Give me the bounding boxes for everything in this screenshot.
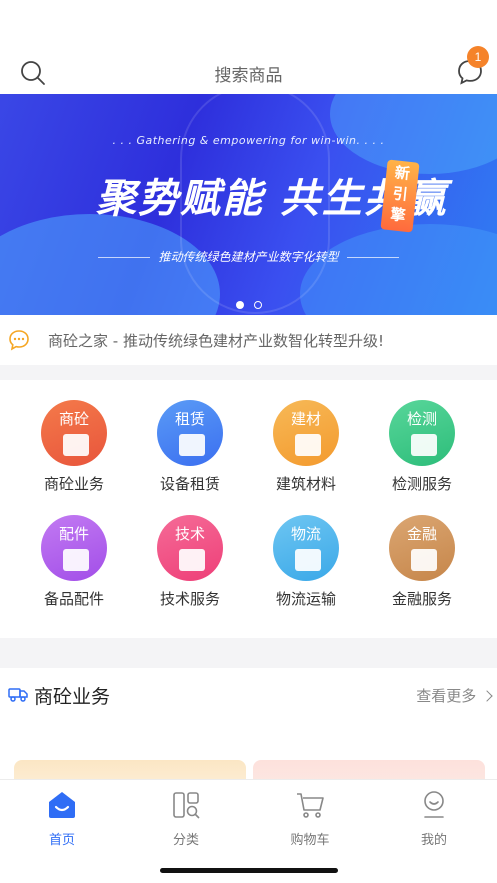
tab-cart[interactable]: 购物车: [248, 780, 372, 850]
top-bar: 搜索商品 1: [0, 0, 497, 94]
announcement-text: 商砼之家 - 推动传统绿色建材产业数智化转型升级!: [48, 332, 384, 350]
category-badge-text: 租赁: [174, 410, 205, 428]
banner-tagline-row: 推动传统绿色建材产业数字化转型: [0, 248, 497, 265]
notification-badge: 1: [467, 46, 489, 68]
category-item[interactable]: 检测 检测服务: [360, 380, 484, 493]
category-icon: [173, 792, 200, 819]
category-item[interactable]: 商砼 商砼业务: [12, 380, 136, 493]
category-label: 设备租赁: [159, 475, 220, 493]
category-icon-circle: 建材: [273, 400, 339, 466]
tab-profile[interactable]: 我的: [372, 780, 496, 850]
tab-home[interactable]: 首页: [0, 780, 124, 850]
category-label: 金融服务: [391, 590, 452, 608]
category-icon-circle: 租赁: [157, 400, 223, 466]
banner-subtitle: . . . Gathering & empowering for win-win…: [112, 134, 385, 147]
announcement-bar[interactable]: 商砼之家 - 推动传统绿色建材产业数智化转型升级!: [0, 315, 497, 365]
category-label: 建筑材料: [275, 475, 336, 493]
cart-icon: [297, 793, 324, 818]
tab-label: 分类: [172, 833, 199, 848]
category-icon-circle: 金融: [389, 515, 455, 581]
category-icon-circle: 商砼: [41, 400, 107, 466]
category-item[interactable]: 金融 金融服务: [360, 495, 484, 608]
category-badge-text: 建材: [290, 410, 321, 428]
category-item[interactable]: 配件 备品配件: [12, 495, 136, 608]
category-item[interactable]: 技术 技术服务: [128, 495, 252, 608]
category-badge-text: 检测: [406, 410, 437, 428]
category-label: 商砼业务: [43, 475, 104, 493]
category-icon-circle: 物流: [273, 515, 339, 581]
concrete-mixer-icon: [63, 434, 89, 456]
view-more-label: 查看更多: [416, 687, 477, 705]
section-divider: [0, 365, 497, 380]
equipment-icon: [179, 434, 205, 456]
carousel-dot-active[interactable]: [235, 301, 244, 309]
tab-label: 我的: [420, 833, 447, 848]
category-label: 检测服务: [391, 475, 452, 493]
category-badge-text: 物流: [290, 525, 321, 543]
chevron-right-icon: [481, 690, 493, 702]
section-divider: [0, 638, 497, 668]
carousel-dot[interactable]: [253, 301, 262, 309]
category-badge-text: 技术: [174, 525, 205, 543]
carousel-indicator: [0, 294, 497, 313]
divider: [98, 257, 151, 258]
section-header: 商砼业务 查看更多: [0, 668, 497, 726]
category-item[interactable]: 建材 建筑材料: [244, 380, 368, 493]
money-bag-icon: [411, 549, 437, 571]
category-item[interactable]: 物流 物流运输: [244, 495, 368, 608]
search-input[interactable]: 搜索商品: [0, 61, 497, 86]
tab-category[interactable]: 分类: [124, 780, 248, 850]
section-title: 商砼业务: [34, 686, 111, 708]
home-icon: [49, 792, 75, 818]
brick-icon: [295, 434, 321, 456]
category-label: 备品配件: [43, 590, 104, 608]
banner-tagline: 推动传统绿色建材产业数字化转型: [158, 250, 339, 264]
logistics-truck-icon: [295, 549, 321, 571]
user-icon: [424, 791, 444, 818]
view-more-link[interactable]: 查看更多: [416, 685, 493, 706]
divider: [346, 257, 399, 258]
home-indicator: [160, 868, 338, 873]
category-badge-text: 商砼: [58, 410, 89, 428]
category-item[interactable]: 租赁 设备租赁: [128, 380, 252, 493]
category-icon-circle: 检测: [389, 400, 455, 466]
category-badge-text: 金融: [406, 525, 437, 543]
category-badge-text: 配件: [58, 525, 89, 543]
category-icon-circle: 技术: [157, 515, 223, 581]
banner-tag-text: 新引擎: [389, 163, 411, 225]
tab-label: 购物车: [290, 833, 330, 848]
category-label: 物流运输: [275, 590, 336, 608]
tech-help-icon: [179, 549, 205, 571]
truck-icon: [8, 688, 28, 702]
test-drop-icon: [411, 434, 437, 456]
bottom-tab-bar: 首页 分类 购物车 我的: [0, 779, 497, 883]
promo-banner[interactable]: . . . Gathering & empowering for win-win…: [0, 94, 497, 315]
tab-label: 首页: [48, 833, 75, 848]
category-icon-circle: 配件: [41, 515, 107, 581]
category-grid: 商砼 商砼业务 租赁 设备租赁 建材 建筑材料 检测 检测服务 配件 备品配件 技术 技术服务 物流 物流…: [0, 380, 497, 638]
message-dots-icon: [9, 330, 29, 351]
parts-icon: [63, 549, 89, 571]
category-label: 技术服务: [159, 590, 220, 608]
